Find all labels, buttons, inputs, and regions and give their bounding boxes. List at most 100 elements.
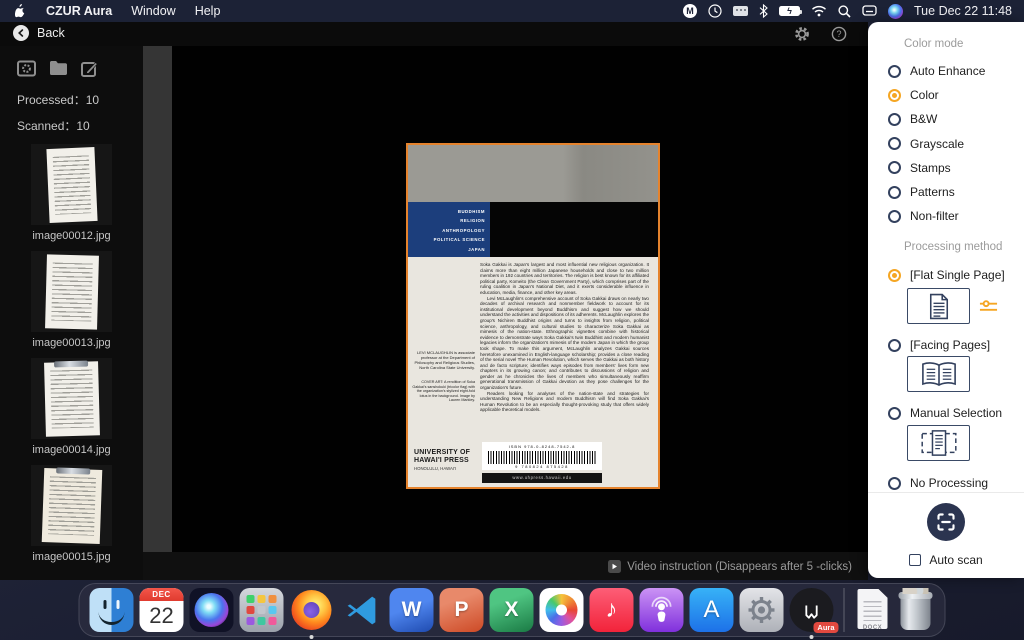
thumbnail-image (31, 144, 112, 225)
keyboard-icon[interactable] (733, 6, 748, 16)
manual-selection-icon-row (907, 425, 970, 461)
radio-icon (888, 269, 901, 282)
dock-icon-trash[interactable] (897, 588, 935, 632)
book-top-edge (408, 145, 658, 202)
folder-icon[interactable] (49, 60, 68, 82)
color-mode-b-w[interactable]: B&W (868, 107, 1024, 131)
svg-text:?: ? (836, 29, 841, 39)
menubar-app-name[interactable]: CZUR Aura (46, 4, 112, 18)
edit-icon[interactable] (81, 60, 98, 82)
manual-selection-icon[interactable] (907, 425, 970, 461)
desk-edge (143, 46, 172, 552)
help-icon[interactable]: ? (831, 26, 847, 42)
siri-icon[interactable] (888, 4, 903, 19)
bluetooth-icon[interactable] (759, 4, 768, 18)
book-category: RELIGION (408, 216, 485, 225)
dock-icon-aura[interactable]: Aura (790, 588, 834, 632)
dock-icon-settings[interactable] (740, 588, 784, 632)
dock-icon-siri[interactable] (190, 588, 234, 632)
dock-icon-calendar[interactable]: DEC22 (140, 588, 184, 632)
color-mode-patterns[interactable]: Patterns (868, 180, 1024, 204)
radio-icon (888, 89, 901, 102)
auto-scan-toggle[interactable]: Auto scan (868, 553, 1024, 567)
dock-icon-podcasts[interactable] (640, 588, 684, 632)
dock-icon-launchpad[interactable] (240, 588, 284, 632)
menubar: CZUR Aura Window Help M ϟ Tue D (0, 0, 1024, 22)
radio-icon (888, 339, 901, 352)
dock-icon-excel[interactable]: X (490, 588, 534, 632)
color-mode-non-filter[interactable]: Non-filter (868, 204, 1024, 228)
dock-icon-docx[interactable]: DOCX (855, 588, 891, 632)
menu-window[interactable]: Window (131, 4, 175, 18)
color-mode-stamps[interactable]: Stamps (868, 156, 1024, 180)
thumbnail-item[interactable]: image00012.jpg (0, 144, 143, 242)
thumbnail-item[interactable]: image00013.jpg (0, 251, 143, 349)
menu-help[interactable]: Help (195, 4, 221, 18)
panel-divider (868, 492, 1024, 493)
book-category: POLITICAL SCIENCE (408, 235, 485, 244)
dock-icon-appstore[interactable]: A (690, 588, 734, 632)
dock-icon-photos[interactable] (540, 588, 584, 632)
spotlight-icon[interactable] (838, 5, 851, 18)
sidebar: Processed：10 Scanned：10 image00012.jpgim… (0, 46, 143, 580)
battery-icon[interactable]: ϟ (779, 6, 800, 16)
dock-icon-firefox[interactable] (290, 588, 334, 632)
thumbnail-item[interactable]: image00015.jpg (0, 465, 143, 563)
aura-badge: Aura (813, 622, 838, 633)
processing-flat-single-page[interactable]: [Flat Single Page] (868, 263, 1024, 287)
back-button[interactable]: Back (13, 25, 65, 41)
processing-method-label: Processing method (904, 241, 1002, 253)
thumbnail-image (31, 358, 112, 439)
auto-scan-label: Auto scan (929, 553, 982, 567)
scan-button[interactable] (927, 503, 965, 541)
facing-pages-icon-row (907, 356, 970, 392)
dock-divider (844, 588, 845, 632)
processed-value: 10 (86, 93, 99, 107)
book-body: Soka Gakkai is Japan's largest and most … (408, 257, 658, 487)
gmail-icon[interactable]: M (683, 4, 697, 18)
color-mode-auto-enhance[interactable]: Auto Enhance (868, 59, 1024, 83)
color-mode-grayscale[interactable]: Grayscale (868, 132, 1024, 156)
play-icon (608, 560, 621, 573)
settings-gear-icon[interactable] (794, 26, 810, 42)
dock-icon-music[interactable]: ♪ (590, 588, 634, 632)
book-blurb: Soka Gakkai is Japan's largest and most … (480, 262, 649, 413)
thumbnail-filename: image00014.jpg (0, 444, 143, 456)
book-back-cover: BUDDHISMRELIGIONANTHROPOLOGYPOLITICAL SC… (408, 145, 658, 487)
apple-menu-icon[interactable] (15, 4, 27, 18)
thumbnail-item[interactable]: image00014.jpg (0, 358, 143, 456)
radio-icon (888, 186, 901, 199)
auto-scan-checkbox[interactable] (909, 554, 921, 566)
processing-facing-pages[interactable]: [Facing Pages] (868, 333, 1024, 357)
desktop: CZUR Aura Window Help M ϟ Tue D (0, 0, 1024, 640)
book-category-list: BUDDHISMRELIGIONANTHROPOLOGYPOLITICAL SC… (408, 202, 490, 257)
wifi-icon[interactable] (811, 5, 827, 17)
thumbnail-filename: image00015.jpg (0, 551, 143, 563)
menubar-clock[interactable]: Tue Dec 22 11:48 (914, 4, 1012, 18)
book-author-note: LEVI MCLAUGHLIN is associate professor a… (412, 350, 475, 403)
book-category-band: BUDDHISMRELIGIONANTHROPOLOGYPOLITICAL SC… (408, 202, 658, 257)
flat-single-page-icon[interactable] (907, 288, 970, 324)
adjust-sliders-icon[interactable] (979, 299, 998, 314)
color-mode-color[interactable]: Color (868, 83, 1024, 107)
scanned-count: Scanned：10 (0, 117, 143, 134)
capture-settings-icon[interactable] (17, 60, 36, 82)
dock-icon-word[interactable]: W (390, 588, 434, 632)
clock-icon[interactable] (708, 4, 722, 18)
facing-pages-icon[interactable] (907, 356, 970, 392)
page-clip (54, 360, 88, 367)
radio-icon (888, 407, 901, 420)
color-mode-label: Color mode (904, 38, 963, 50)
thumbnail-filename: image00013.jpg (0, 337, 143, 349)
thumbnail-image (31, 251, 112, 332)
page-clip (56, 467, 90, 474)
display-icon[interactable] (862, 5, 877, 17)
book-barcode: ISBN 978-0-8248-7542-8 9 780824 875428 (482, 442, 602, 470)
video-instruction[interactable]: Video instruction (Disappears after 5 -c… (608, 560, 852, 573)
thumbnail-filename: image00012.jpg (0, 230, 143, 242)
processing-manual-selection[interactable]: Manual Selection (868, 401, 1024, 425)
dock-icon-powerpoint[interactable]: P (440, 588, 484, 632)
dock-icon-vscode[interactable] (340, 588, 384, 632)
dock-icon-finder[interactable] (90, 588, 134, 632)
radio-icon (888, 161, 901, 174)
